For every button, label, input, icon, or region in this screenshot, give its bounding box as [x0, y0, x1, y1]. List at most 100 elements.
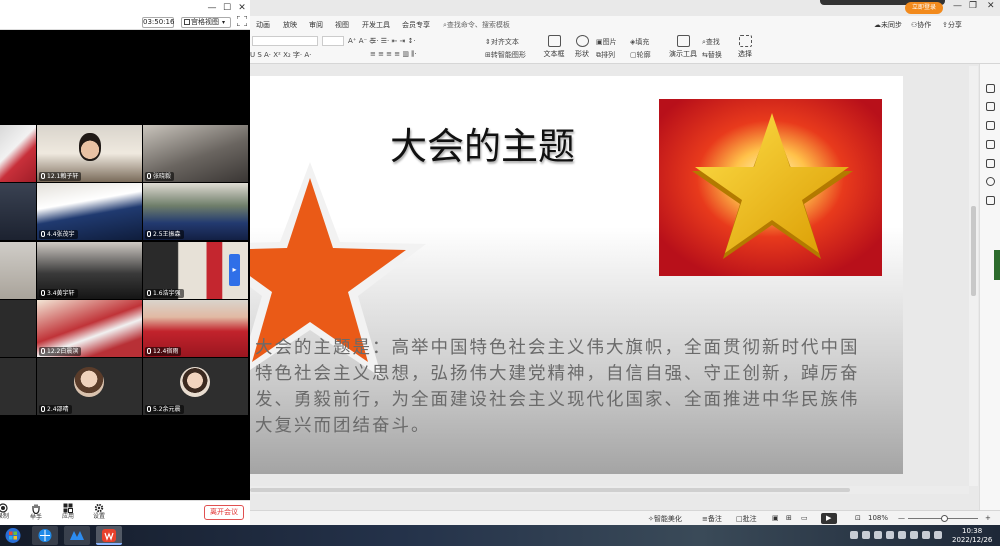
reading-view-icon[interactable]: ▭: [801, 514, 808, 522]
align-icons[interactable]: ≡ ≡ ≡ ≡ ▥ ⫼·: [370, 50, 417, 59]
participant-tile[interactable]: [0, 300, 36, 357]
clock-time[interactable]: 10:38: [962, 527, 982, 535]
maximize-icon[interactable]: ☐: [221, 2, 233, 14]
font-size-input[interactable]: [322, 36, 344, 46]
participant-tile[interactable]: [0, 242, 36, 299]
share-button[interactable]: ⇪分享: [942, 20, 962, 30]
participant-tile[interactable]: [0, 125, 36, 182]
mic-icon: [41, 173, 45, 179]
collab-button[interactable]: ⚇协作: [911, 20, 931, 30]
slide-title[interactable]: 大会的主题: [390, 116, 575, 170]
start-icon[interactable]: [4, 526, 22, 545]
comments-button[interactable]: □批注: [736, 514, 757, 524]
participant-tile[interactable]: 3.4黄宇轩: [37, 242, 142, 299]
tab-slideshow[interactable]: 放映: [283, 20, 297, 30]
scroll-thumb[interactable]: [971, 206, 976, 296]
meeting-app-icon[interactable]: [64, 526, 90, 545]
fit-icon[interactable]: ⊡: [855, 514, 861, 522]
textbox-button[interactable]: 文本框: [539, 35, 569, 63]
slide-body-text[interactable]: 大会的主题是：高举中国特色社会主义伟大旗帜，全面贯彻新时代中国特色社会主义思想，…: [255, 335, 867, 439]
outline-button[interactable]: ▢轮廓: [630, 50, 651, 60]
tray-app-icon[interactable]: [886, 531, 894, 539]
volume-icon[interactable]: [910, 531, 918, 539]
smart-beautify-button[interactable]: ✧智能美化: [648, 514, 682, 524]
participant-tile[interactable]: 4.4张茂宇: [37, 183, 142, 240]
arrange-button[interactable]: ⧉排列: [596, 50, 615, 60]
security-icon[interactable]: [934, 531, 942, 539]
select-button[interactable]: 选择: [730, 35, 760, 63]
vertical-scrollbar[interactable]: [969, 66, 978, 486]
notes-button[interactable]: ≡备注: [702, 514, 722, 524]
fullscreen-icon[interactable]: [237, 16, 247, 26]
command-search[interactable]: ⌕查找命令、搜索模板: [443, 20, 510, 30]
property-icon[interactable]: [986, 84, 995, 93]
login-badge[interactable]: 立即登录: [905, 2, 943, 14]
tab-member[interactable]: 会员专享: [402, 20, 430, 30]
sorter-view-icon[interactable]: ⊞: [786, 514, 792, 522]
participant-tile[interactable]: 12.4宿雨: [143, 300, 248, 357]
participant-tile[interactable]: 12.1賴子轩: [37, 125, 142, 182]
scroll-thumb[interactable]: [250, 488, 850, 492]
list-icons[interactable]: ☰· ☰· ⇤ ⇥ ↕·: [370, 37, 416, 45]
backup-icon[interactable]: [986, 196, 995, 205]
side-panel-handle[interactable]: [994, 250, 1000, 280]
fill-button[interactable]: ◈填充: [630, 37, 649, 47]
tab-review[interactable]: 审阅: [309, 20, 323, 30]
sync-button[interactable]: ☁未同步: [874, 20, 902, 30]
raise-hand-button[interactable]: 举手: [25, 503, 47, 525]
settings-button[interactable]: 设置: [88, 503, 110, 525]
browser-icon[interactable]: [32, 526, 58, 545]
view-mode-dropdown[interactable]: 宫格视图 ▾: [181, 17, 231, 28]
input-method-icon[interactable]: [922, 531, 930, 539]
adjust-icon[interactable]: [986, 102, 995, 111]
close-icon[interactable]: ✕: [236, 2, 248, 14]
zoom-level[interactable]: 108%: [868, 514, 888, 522]
tray-app-icon[interactable]: [862, 531, 870, 539]
align-text-button[interactable]: ⇕对齐文本: [485, 37, 519, 47]
transition-icon[interactable]: [986, 159, 995, 168]
font-name-input[interactable]: [252, 36, 318, 46]
participant-tile[interactable]: 2.5王振森: [143, 183, 248, 240]
participant-tile[interactable]: [0, 183, 36, 240]
clock-date[interactable]: 2022/12/26: [952, 536, 992, 544]
leave-meeting-button[interactable]: 离开会议: [204, 505, 244, 520]
expand-panel-button[interactable]: ▸: [229, 254, 240, 286]
mic-icon: [41, 231, 45, 237]
zoom-out-icon[interactable]: —: [898, 514, 905, 522]
replace-button[interactable]: ⇆替换: [702, 50, 722, 60]
close-icon[interactable]: ✕: [987, 1, 995, 11]
participant-tile[interactable]: 2.4邵晴: [37, 358, 142, 415]
participant-tile[interactable]: 张晓毅: [143, 125, 248, 182]
image-button[interactable]: ▣图片: [596, 37, 617, 47]
location-icon[interactable]: [986, 177, 995, 186]
participant-tile[interactable]: 12.2白晨滨: [37, 300, 142, 357]
normal-view-icon[interactable]: ▣: [772, 514, 779, 522]
font-style-icons[interactable]: U S A· X² X₂ 字· A·: [250, 50, 311, 60]
record-button[interactable]: 录制: [0, 503, 14, 525]
tray-up-icon[interactable]: [850, 531, 858, 539]
minimize-icon[interactable]: —: [953, 1, 962, 11]
participant-name: 12.1賴子轩: [39, 172, 82, 181]
minimize-icon[interactable]: —: [206, 2, 218, 14]
slide-tools-button[interactable]: 演示工具: [663, 35, 703, 63]
restore-icon[interactable]: ❐: [969, 1, 977, 11]
apps-button[interactable]: 应用: [57, 503, 79, 525]
find-button[interactable]: ⌕查找: [702, 37, 720, 47]
participant-tile[interactable]: [0, 358, 36, 415]
tab-view[interactable]: 视图: [335, 20, 349, 30]
tab-developer[interactable]: 开发工具: [362, 20, 390, 30]
zoom-slider-knob[interactable]: [941, 515, 948, 522]
tab-animation[interactable]: 动画: [256, 20, 270, 30]
horizontal-scrollbar[interactable]: [250, 486, 969, 494]
convert-smartart-button[interactable]: ⊞转智能图形: [485, 50, 526, 60]
animation-icon[interactable]: [986, 140, 995, 149]
network-icon[interactable]: [898, 531, 906, 539]
tray-app-icon[interactable]: [874, 531, 882, 539]
style-icon[interactable]: [986, 121, 995, 130]
participant-tile[interactable]: 5.2余元晨: [143, 358, 248, 415]
wps-app-icon[interactable]: [96, 526, 122, 545]
play-slideshow-button[interactable]: ▶: [821, 513, 837, 524]
slide-canvas[interactable]: 大会的主题 大会的主题是：高举中国特色社会主义伟大旗帜，全面贯彻新时代中国特色社…: [250, 76, 903, 474]
shape-button[interactable]: 形状: [567, 35, 597, 63]
zoom-in-icon[interactable]: +: [985, 514, 991, 522]
